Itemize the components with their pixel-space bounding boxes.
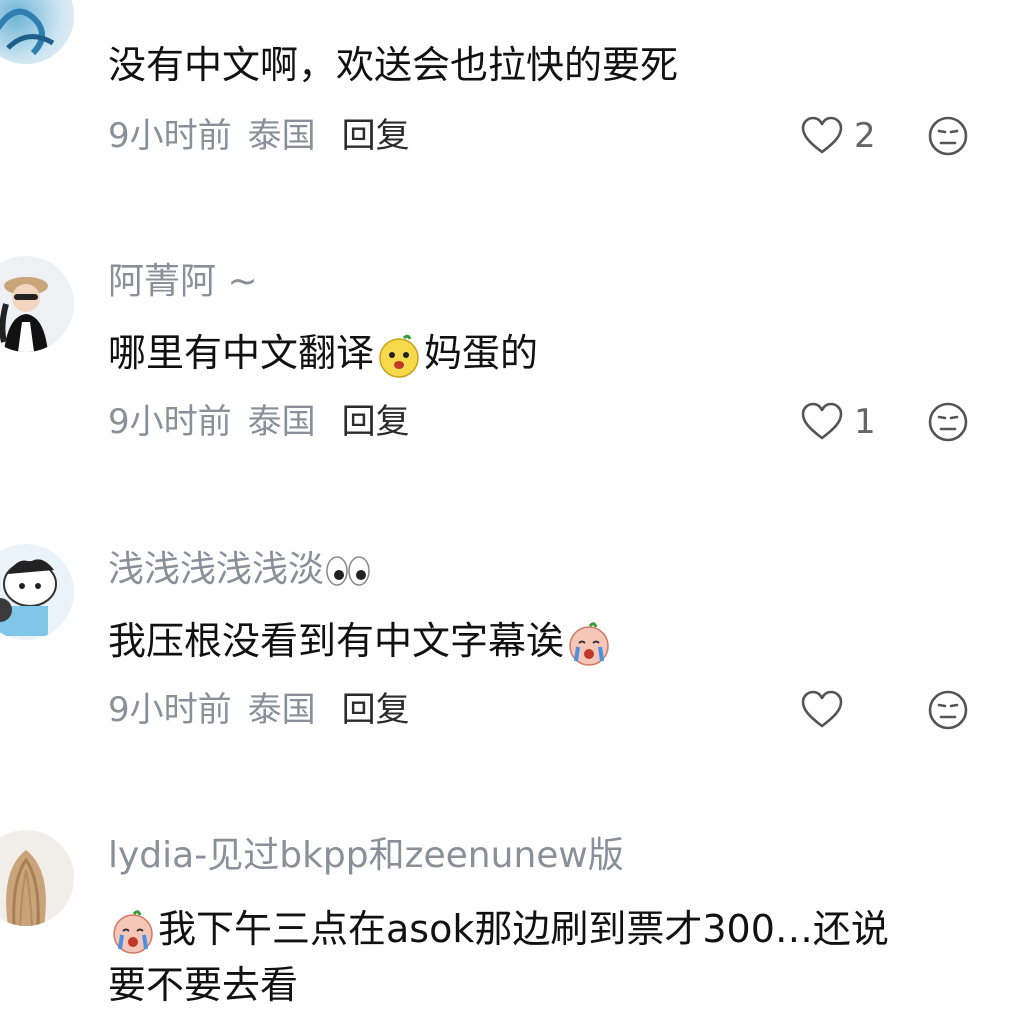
crying-face-emoji-icon bbox=[569, 621, 609, 666]
like-count: 2 bbox=[854, 116, 876, 156]
meh-face-icon[interactable] bbox=[926, 688, 970, 732]
avatar[interactable] bbox=[0, 544, 74, 640]
meh-face-icon[interactable] bbox=[926, 400, 970, 444]
crying-face-emoji-icon bbox=[113, 909, 153, 954]
comment-username[interactable]: lydia-见过bkpp和zeenunew版 bbox=[108, 834, 624, 878]
like-button[interactable]: 2 bbox=[800, 114, 876, 158]
comment-meta: 9小时前 泰国 回复 bbox=[108, 114, 410, 158]
avatar[interactable] bbox=[0, 0, 74, 64]
heart-outline-icon bbox=[801, 402, 843, 440]
comment-meta: 9小时前 泰国 回复 bbox=[108, 688, 410, 732]
reply-button[interactable]: 回复 bbox=[342, 402, 410, 442]
heart-outline-icon bbox=[801, 690, 843, 728]
like-button[interactable]: 1 bbox=[800, 400, 876, 444]
comment-location: 泰国 bbox=[247, 116, 316, 156]
reply-button[interactable]: 回复 bbox=[342, 690, 410, 730]
avatar[interactable] bbox=[0, 830, 74, 926]
comment-location: 泰国 bbox=[247, 402, 316, 442]
like-count: 1 bbox=[854, 402, 876, 442]
comment-text-line2: 要不要去看 bbox=[108, 963, 299, 1007]
comment-location: 泰国 bbox=[247, 690, 316, 730]
comment-text-part: 我压根没看到有中文字幕诶 bbox=[108, 619, 565, 663]
comment-username[interactable]: 浅浅浅浅浅淡 bbox=[108, 548, 372, 592]
comment-text: 我下午三点在asok那边刷到票才300…还说 bbox=[108, 902, 889, 956]
comment-text: 我压根没看到有中文字幕诶 bbox=[108, 614, 614, 668]
comment-text-part: 我下午三点在asok那边刷到票才300…还说 bbox=[158, 907, 889, 951]
like-button[interactable] bbox=[800, 688, 854, 732]
comment-time: 9小时前 bbox=[108, 116, 232, 156]
comment-time: 9小时前 bbox=[108, 402, 232, 442]
comment-text: 没有中文啊，欢送会也拉快的要死 bbox=[108, 43, 679, 87]
avatar[interactable] bbox=[0, 256, 74, 352]
comment-meta: 9小时前 泰国 回复 bbox=[108, 400, 410, 444]
eyes-emoji-icon bbox=[326, 556, 370, 586]
comment-text-part: 妈蛋的 bbox=[424, 331, 539, 375]
heart-outline-icon bbox=[801, 116, 843, 154]
comment-text-part: 哪里有中文翻译 bbox=[108, 331, 375, 375]
reply-button[interactable]: 回复 bbox=[342, 116, 410, 156]
comment-username-text: 浅浅浅浅浅淡 bbox=[108, 549, 325, 590]
comment-time: 9小时前 bbox=[108, 690, 232, 730]
yellow-face-emoji-icon bbox=[379, 334, 419, 378]
comment-text: 哪里有中文翻译 妈蛋的 bbox=[108, 326, 538, 380]
meh-face-icon[interactable] bbox=[926, 114, 970, 158]
comment-username[interactable]: 阿菁阿 ~ bbox=[108, 260, 258, 304]
